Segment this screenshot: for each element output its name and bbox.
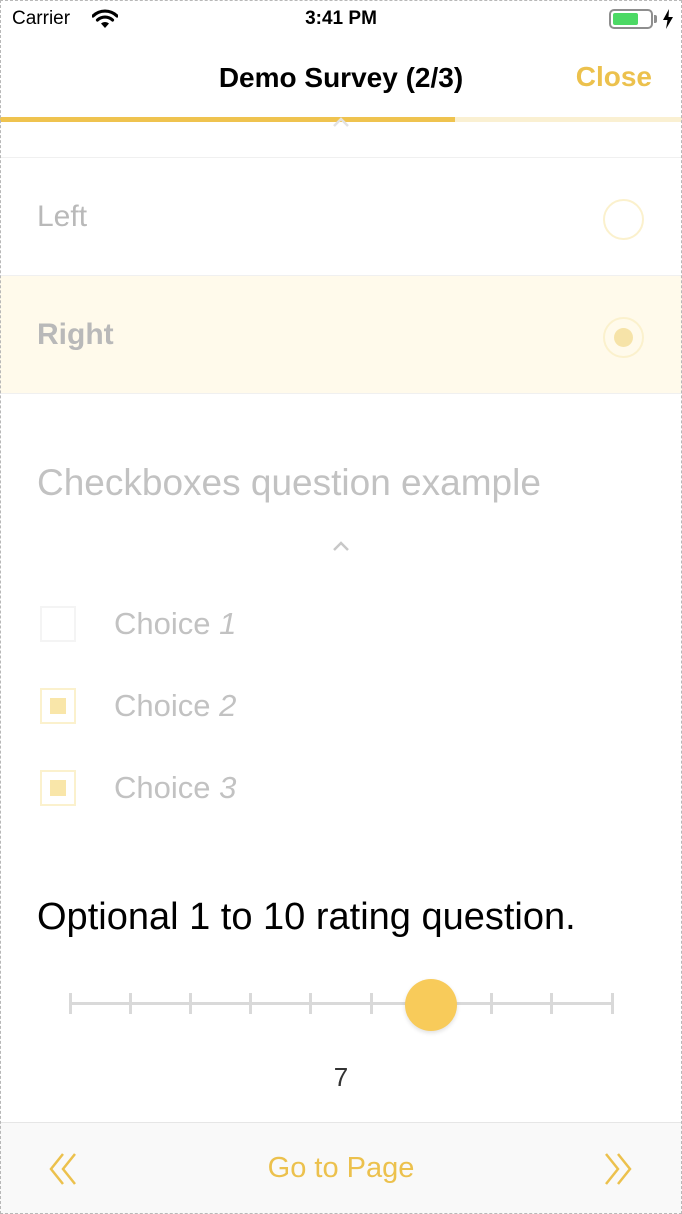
radio-option-left[interactable]: Left: [0, 158, 682, 276]
radio-button[interactable]: [603, 317, 644, 358]
checkbox-mark: [50, 698, 66, 714]
slider-tick: [550, 993, 554, 1014]
radio-option-label: Left: [37, 200, 88, 233]
slider-tick: [249, 993, 253, 1014]
go-to-page-button[interactable]: Go to Page: [268, 1152, 415, 1184]
checkbox-choice-label: Choice 2: [114, 688, 237, 723]
radio-option-right[interactable]: Right: [0, 276, 682, 394]
slider-tick: [188, 993, 192, 1014]
checkbox[interactable]: [40, 606, 76, 642]
checkbox[interactable]: [40, 688, 76, 724]
rating-value: 7: [333, 1062, 349, 1092]
survey-progress-fill: [0, 117, 455, 122]
battery-cap: [654, 15, 657, 23]
charging-bolt-icon: [662, 9, 674, 34]
radio-option-label: Right: [37, 318, 114, 351]
slider-tick: [490, 993, 494, 1014]
checkbox-choice-1[interactable]: Choice 1: [0, 594, 682, 654]
checkbox[interactable]: [40, 770, 76, 806]
rating-question-title: Optional 1 to 10 rating question.: [37, 896, 576, 938]
radio-dot: [614, 328, 633, 347]
radio-button[interactable]: [603, 199, 644, 240]
slider-tick: [610, 993, 614, 1014]
checkbox-choice-label: Choice 1: [114, 606, 237, 641]
checkbox-choice-3[interactable]: Choice 3: [0, 758, 682, 818]
rating-slider[interactable]: [60, 975, 622, 1035]
navigation-bar: Demo Survey (2/3) Close: [0, 40, 682, 118]
checkbox-choice-label: Choice 3: [114, 770, 237, 805]
double-chevron-right-icon[interactable]: [603, 1151, 633, 1187]
slider-thumb[interactable]: [405, 979, 458, 1031]
chevron-up-icon[interactable]: [331, 116, 351, 128]
slider-track[interactable]: [70, 1002, 612, 1005]
battery-level: [613, 13, 638, 25]
clock: 3:41 PM: [305, 8, 377, 29]
slider-tick: [128, 993, 132, 1014]
bottom-toolbar: Go to Page: [0, 1122, 682, 1214]
slider-tick: [369, 993, 373, 1014]
slider-tick: [309, 993, 313, 1014]
chevron-up-icon[interactable]: [331, 540, 351, 552]
battery-icon: [609, 9, 653, 29]
checkbox-choice-2[interactable]: Choice 2: [0, 676, 682, 736]
slider-tick: [68, 993, 72, 1014]
checkbox-question-title: Checkboxes question example: [37, 462, 541, 503]
checkbox-mark: [50, 780, 66, 796]
close-button[interactable]: Close: [576, 61, 652, 93]
status-bar: Carrier 3:41 PM: [0, 0, 682, 40]
row-divider: [0, 393, 682, 394]
